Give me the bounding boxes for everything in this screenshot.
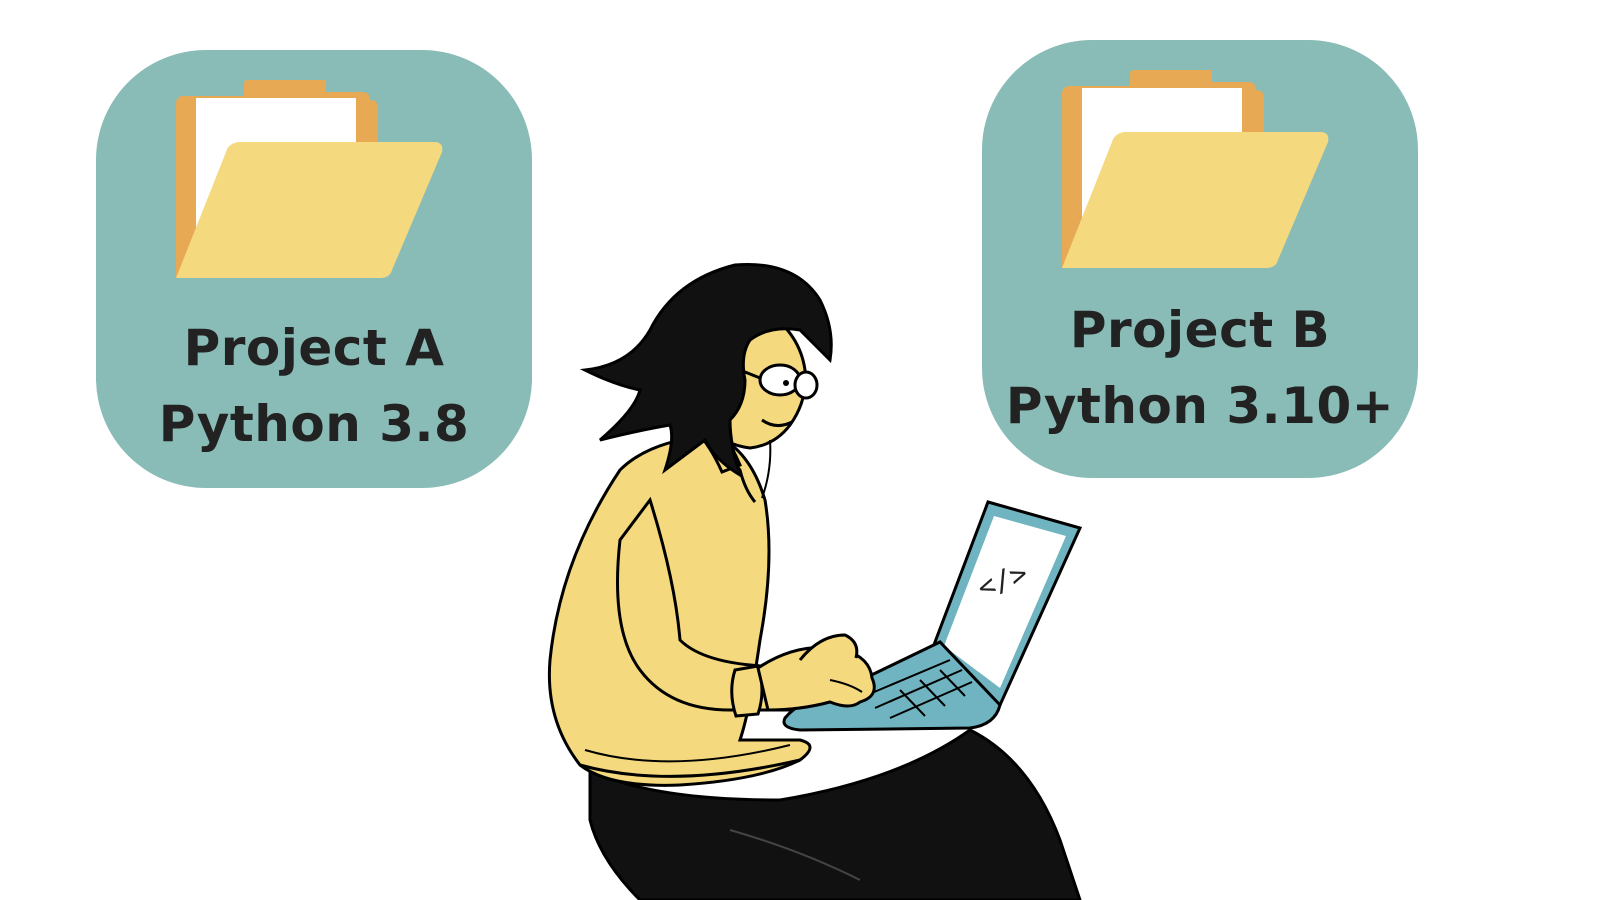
sweater: [547, 428, 812, 787]
person-with-laptop-illustration: </>: [547, 262, 1083, 900]
project-a-label: Project A Python 3.8: [96, 310, 532, 462]
hands: [756, 633, 876, 712]
project-a-name: Project A: [183, 319, 445, 377]
project-a-python-version: Python 3.8: [158, 395, 470, 453]
folder-icon: [1062, 70, 1329, 268]
project-a-card: Project A Python 3.8: [96, 50, 532, 488]
scene: Project A Python 3.8 Project B Python 3.…: [0, 0, 1600, 900]
folder-icon: [176, 80, 443, 278]
